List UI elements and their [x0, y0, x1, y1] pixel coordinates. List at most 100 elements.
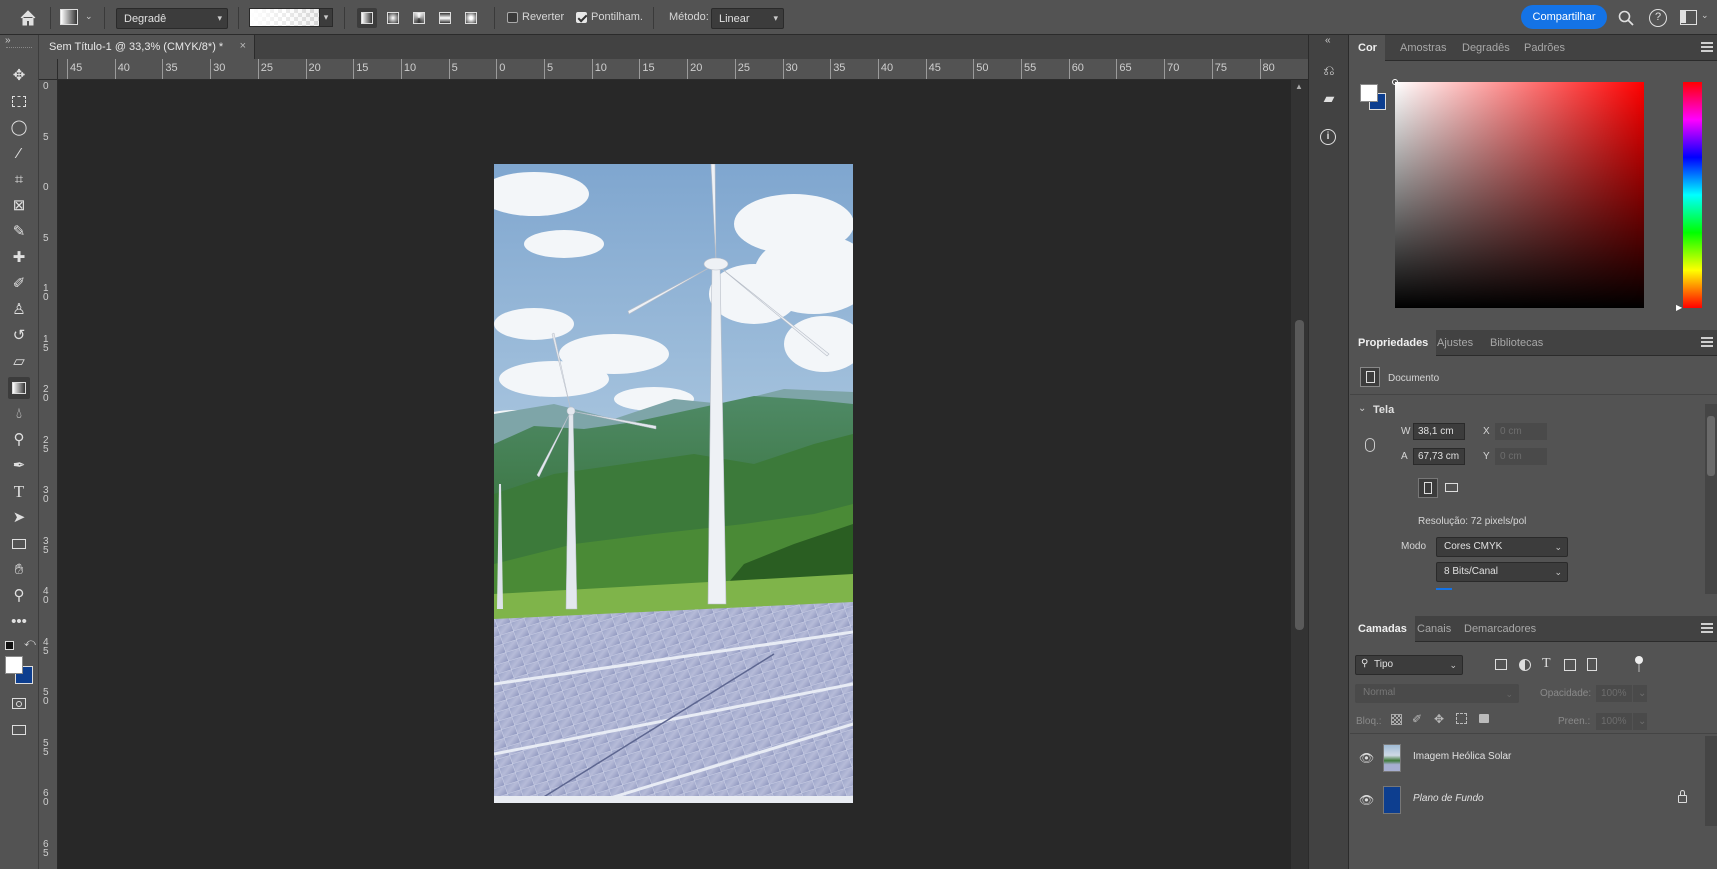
scroll-up-icon[interactable]: ▲ — [1295, 82, 1303, 91]
panel-menu-icon[interactable] — [1701, 337, 1713, 347]
linear-gradient-button[interactable] — [357, 8, 377, 28]
pen-tool-icon[interactable]: ✒ — [8, 455, 30, 477]
tab-padroes[interactable]: Padrões — [1516, 35, 1573, 61]
layers-scrollbar[interactable] — [1705, 736, 1717, 826]
close-icon[interactable]: × — [240, 40, 246, 52]
chevron-down-icon[interactable]: ⌄ — [1701, 10, 1709, 21]
lock-all-icon[interactable] — [1479, 714, 1489, 723]
filter-pixel-icon[interactable] — [1495, 659, 1507, 670]
panel-menu-icon[interactable] — [1701, 42, 1713, 52]
filter-type-icon[interactable]: T — [1542, 656, 1551, 672]
healing-brush-tool-icon[interactable]: ✚ — [8, 247, 30, 269]
filter-toggle-icon[interactable] — [1635, 656, 1643, 664]
gradient-swatch[interactable] — [249, 8, 321, 27]
width-field[interactable]: 38,1 cm — [1413, 423, 1465, 440]
document-canvas[interactable] — [494, 164, 853, 803]
filter-adjustment-icon[interactable] — [1519, 659, 1531, 671]
lock-pixels-icon[interactable]: ✐ — [1412, 712, 1422, 726]
eraser-tool-icon[interactable]: ▱ — [8, 351, 30, 373]
method-select[interactable]: Linear ▾ — [711, 8, 784, 29]
eyedropper-tool-icon[interactable]: ✎ — [8, 221, 30, 243]
quick-mask-icon[interactable] — [8, 693, 30, 715]
color-mode-select[interactable]: Cores CMYK ⌄ — [1436, 537, 1568, 557]
x-field[interactable]: 0 cm — [1495, 423, 1547, 440]
hue-slider[interactable] — [1683, 82, 1702, 308]
properties-scrollbar[interactable] — [1705, 404, 1717, 594]
screen-mode-icon[interactable] — [8, 719, 30, 741]
landscape-orientation-button[interactable] — [1442, 478, 1462, 498]
scrollbar-thumb[interactable] — [1295, 320, 1304, 630]
tab-degrades[interactable]: Degradês — [1454, 35, 1518, 61]
radial-gradient-button[interactable] — [383, 8, 403, 28]
tab-cor[interactable]: Cor — [1350, 35, 1385, 61]
brush-tool-icon[interactable]: ✐ — [8, 273, 30, 295]
tab-propriedades[interactable]: Propriedades — [1350, 330, 1437, 356]
tab-canais[interactable]: Canais — [1409, 616, 1459, 642]
filter-smart-object-icon[interactable] — [1587, 658, 1597, 671]
type-tool-icon[interactable]: T — [8, 481, 30, 503]
angle-gradient-button[interactable] — [409, 8, 429, 28]
hand-tool-icon[interactable]: ✋︎ — [8, 559, 30, 581]
y-field[interactable]: 0 cm — [1495, 448, 1547, 465]
chevron-down-icon[interactable]: ⌄ — [85, 11, 93, 22]
gradient-preset-icon[interactable] — [60, 9, 78, 25]
magic-wand-tool-icon[interactable]: ⁄ — [8, 143, 30, 165]
history-icon[interactable]: ⎌ — [1320, 61, 1338, 79]
gradient-tool-icon[interactable] — [8, 377, 30, 399]
filter-shape-icon[interactable] — [1564, 659, 1576, 671]
frame-tool-icon[interactable]: ⊠ — [8, 195, 30, 217]
fill-field[interactable]: 100% — [1596, 713, 1632, 730]
fill-dropdown[interactable]: ⌄ — [1633, 713, 1647, 730]
portrait-orientation-button[interactable] — [1418, 478, 1438, 498]
panel-foreground-swatch[interactable] — [1360, 84, 1378, 102]
chevron-down-icon[interactable]: ⌄ — [1358, 403, 1366, 414]
toolbar-grip[interactable] — [6, 47, 32, 49]
canvas-vertical-scrollbar[interactable]: ▲ — [1291, 80, 1308, 869]
layer-row[interactable]: 👁︎ Imagem Heólica Solar — [1350, 738, 1705, 778]
rectangle-tool-icon[interactable] — [8, 533, 30, 555]
gradient-swatch-dropdown[interactable]: ▾ — [319, 8, 333, 27]
swap-colors-icon[interactable]: ⤺ — [24, 637, 36, 650]
diamond-gradient-button[interactable] — [461, 8, 481, 28]
tab-ajustes[interactable]: Ajustes — [1429, 330, 1481, 356]
lock-artboard-icon[interactable] — [1456, 713, 1467, 724]
bit-depth-select[interactable]: 8 Bits/Canal ⌄ — [1436, 562, 1568, 582]
path-selection-tool-icon[interactable]: ➤ — [8, 507, 30, 529]
zoom-tool-icon[interactable]: ⚲ — [8, 585, 30, 607]
foreground-color-swatch[interactable] — [5, 656, 23, 674]
document-tab[interactable]: Sem Título-1 @ 33,3% (CMYK/8*) * × — [39, 35, 255, 59]
layer-row[interactable]: 👁︎ Plano de Fundo — [1350, 780, 1705, 820]
help-icon[interactable]: ? — [1649, 9, 1667, 27]
crop-tool-icon[interactable]: ⌗ — [8, 169, 30, 191]
more-tools-icon[interactable]: ••• — [8, 611, 30, 633]
reverse-checkbox[interactable] — [507, 12, 518, 23]
blur-tool-icon[interactable]: 💧︎ — [8, 403, 30, 425]
tab-demarcadores[interactable]: Demarcadores — [1456, 616, 1544, 642]
home-icon[interactable] — [18, 8, 38, 28]
eye-icon[interactable]: 👁︎ — [1359, 751, 1374, 765]
dodge-tool-icon[interactable]: ⚲ — [8, 429, 30, 451]
opacity-dropdown[interactable]: ⌄ — [1633, 685, 1647, 702]
stamp-tool-icon[interactable]: ♙ — [8, 299, 30, 321]
default-colors-icon[interactable] — [5, 641, 14, 650]
collapse-panels-icon[interactable]: « — [1325, 35, 1331, 46]
tab-camadas[interactable]: Camadas — [1350, 616, 1415, 642]
eye-icon[interactable]: 👁︎ — [1359, 793, 1374, 807]
collapse-icon[interactable]: » — [5, 35, 11, 46]
dither-checkbox[interactable] — [576, 12, 587, 23]
info-icon[interactable]: i — [1320, 129, 1338, 147]
color-field[interactable] — [1395, 82, 1644, 308]
gradient-type-select[interactable]: Degradê ▾ — [116, 8, 228, 29]
blend-mode-select[interactable]: Normal ⌄ — [1355, 684, 1519, 703]
lock-transparent-icon[interactable] — [1391, 714, 1402, 725]
height-field[interactable]: 67,73 cm — [1413, 448, 1465, 465]
workspace-icon[interactable] — [1680, 10, 1697, 25]
tab-amostras[interactable]: Amostras — [1392, 35, 1454, 61]
layer-filter-select[interactable]: ⚲ Tipo ⌄ — [1355, 655, 1463, 675]
lasso-tool-icon[interactable]: ◯ — [8, 117, 30, 139]
opacity-field[interactable]: 100% — [1596, 685, 1632, 702]
tab-bibliotecas[interactable]: Bibliotecas — [1482, 330, 1551, 356]
reflected-gradient-button[interactable] — [435, 8, 455, 28]
share-button[interactable]: Compartilhar — [1521, 5, 1607, 29]
link-icon[interactable] — [1365, 438, 1375, 452]
